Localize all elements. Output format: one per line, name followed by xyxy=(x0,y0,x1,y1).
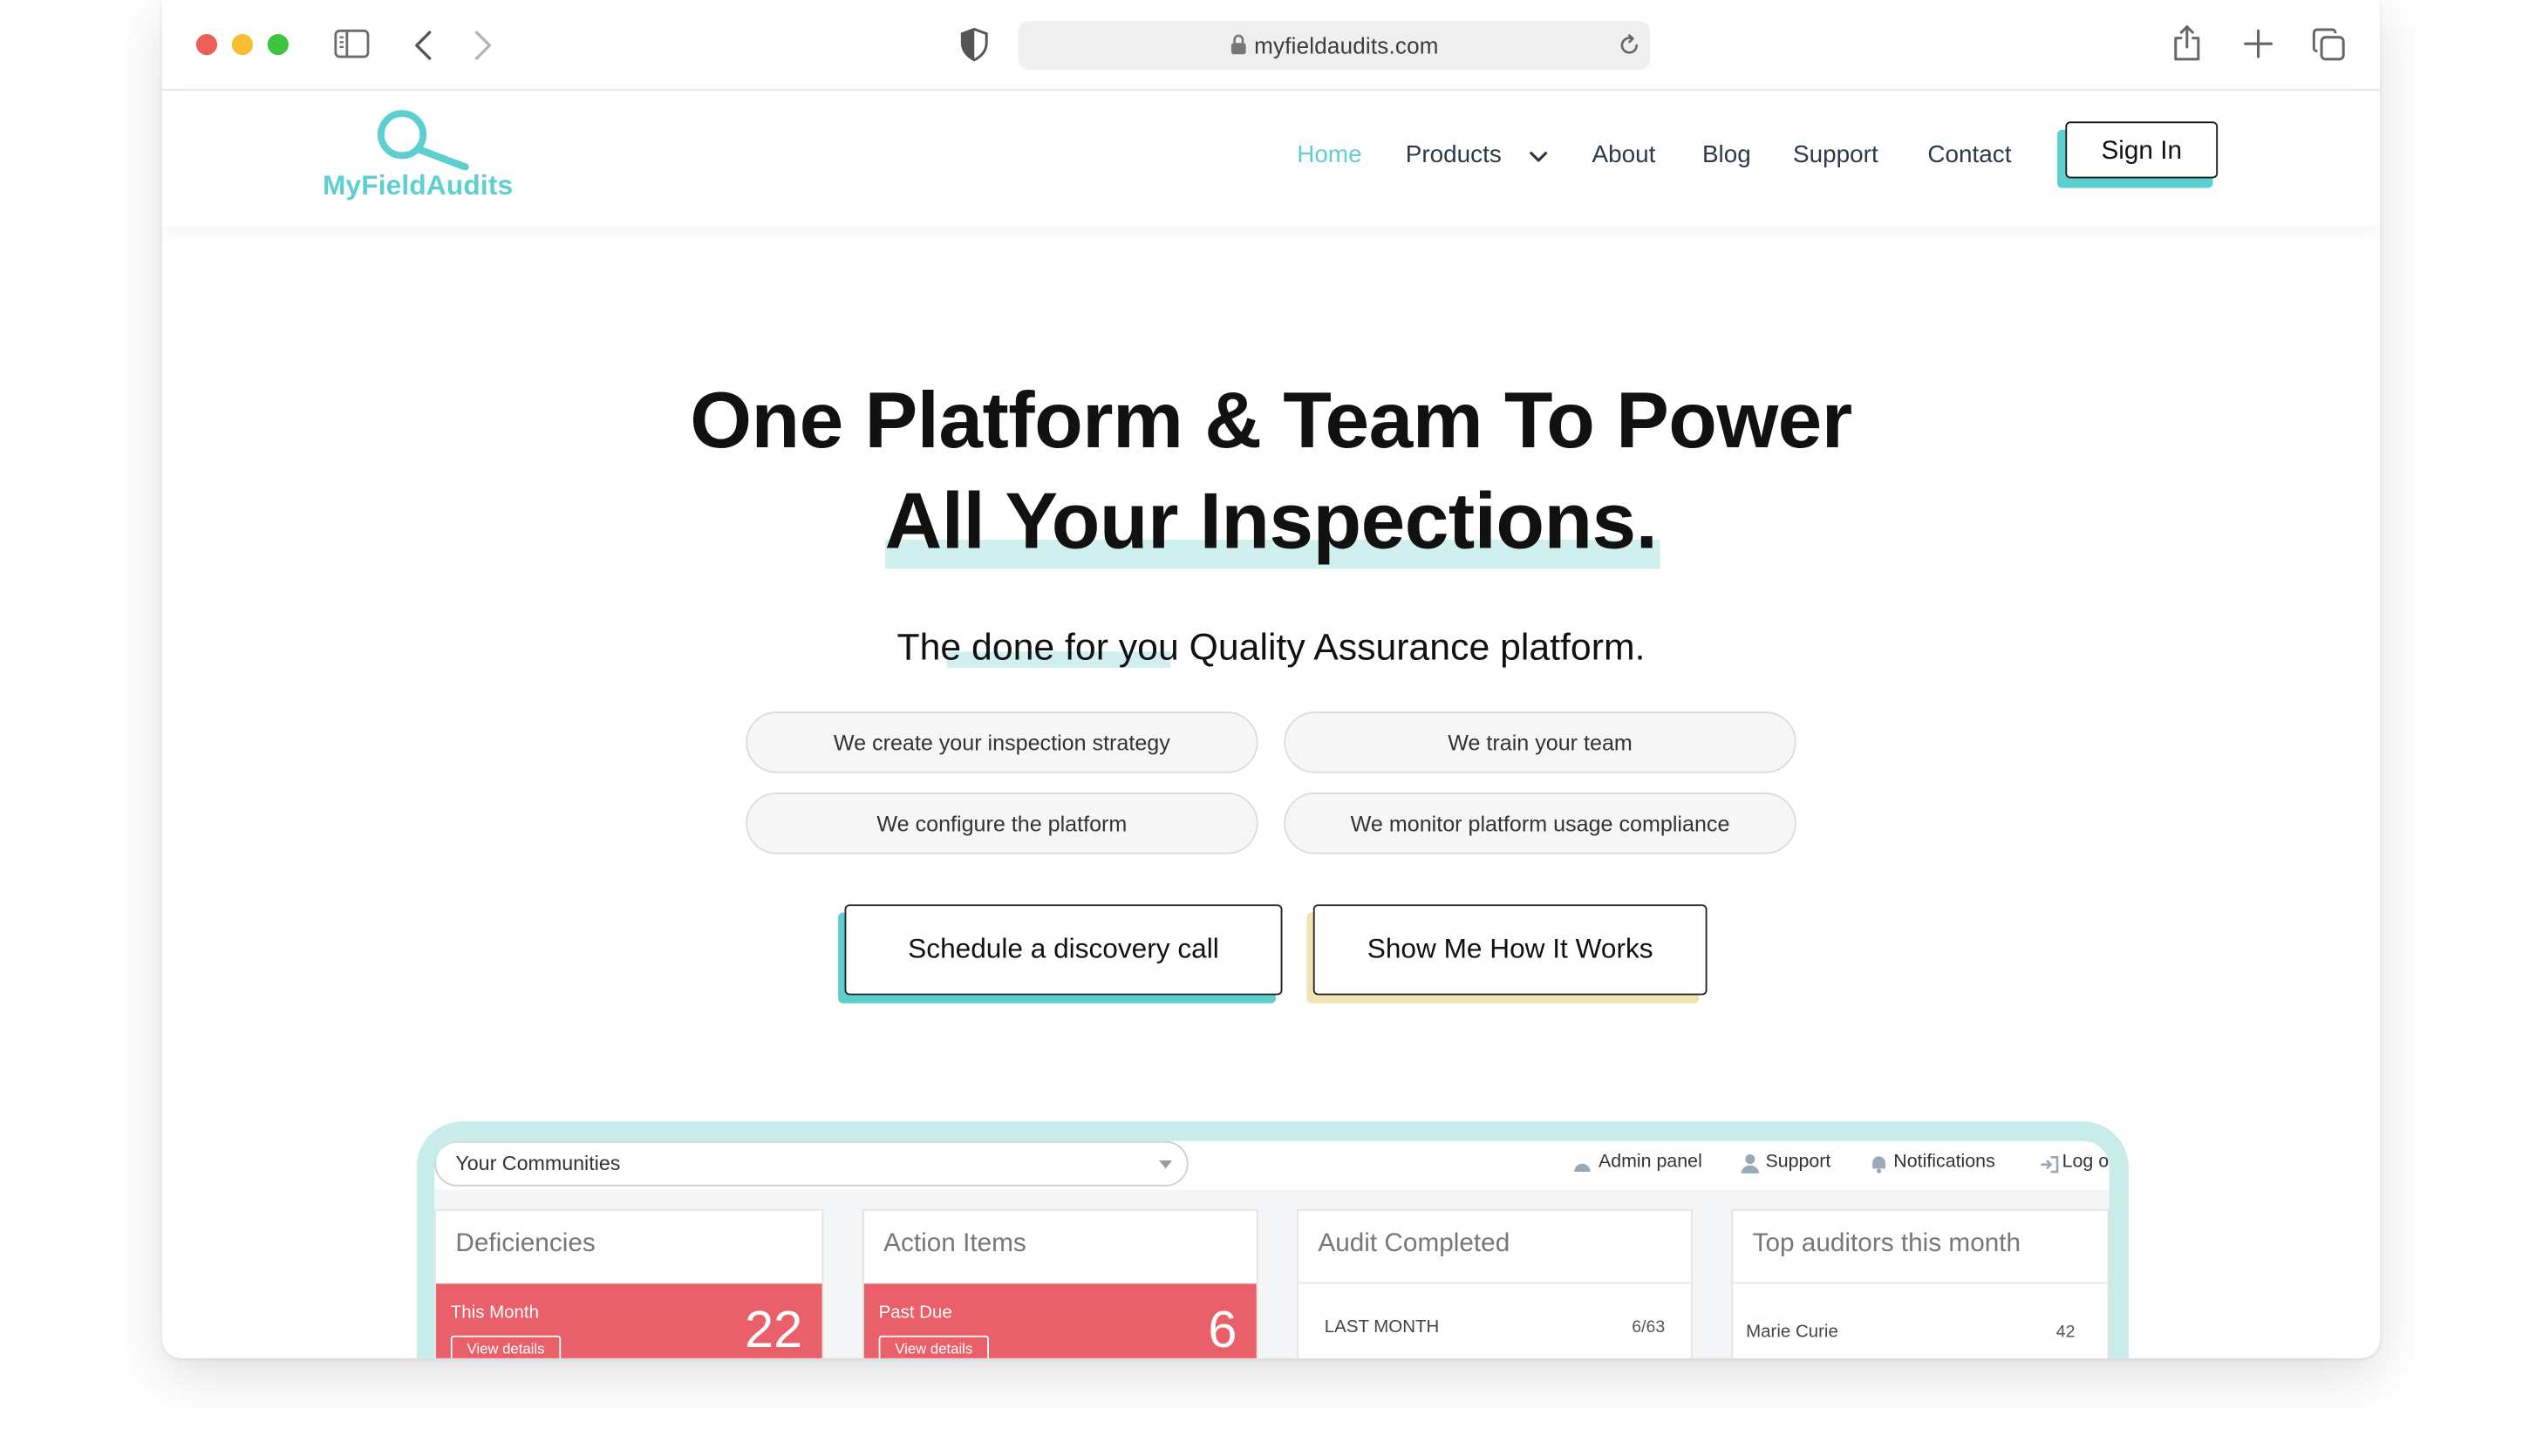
caret-down-icon xyxy=(1159,1160,1173,1169)
stat-value: 22 xyxy=(745,1299,803,1358)
hero-title-line1: One Platform & Team To Power xyxy=(690,378,1852,466)
card-divider xyxy=(1299,1282,1691,1284)
magnifier-logo-icon[interactable] xyxy=(374,105,472,171)
minimize-window-button[interactable] xyxy=(231,34,254,56)
nav-about[interactable]: About xyxy=(1592,141,1656,169)
auditor-score: 42 xyxy=(2055,1322,2076,1343)
stat-label: Past Due xyxy=(878,1303,952,1323)
view-details-button[interactable]: View details xyxy=(878,1335,989,1358)
card-title: Audit Completed xyxy=(1318,1229,1510,1258)
audit-row-label: LAST MONTH xyxy=(1324,1317,1440,1337)
feature-chip: We monitor platform usage compliance xyxy=(1284,793,1796,854)
stat-label: This Month xyxy=(450,1303,539,1323)
dashboard-screen: Your Communities Admin panel Support Not… xyxy=(434,1140,2110,1358)
sidebar-toggle-icon[interactable] xyxy=(334,29,370,58)
site-header: MyFieldAudits Home Products About Blog S… xyxy=(161,91,2381,228)
dashboard-preview: Your Communities Admin panel Support Not… xyxy=(416,1121,2129,1358)
admin-gauge-icon xyxy=(1574,1163,1591,1173)
communities-select-value: Your Communities xyxy=(455,1152,621,1175)
subtitle-pre: The xyxy=(896,625,972,668)
hero-title-line2: All Your Inspections. xyxy=(884,478,1658,566)
top-auditors-card: Top auditors this month Marie Curie 42 xyxy=(1731,1208,2110,1358)
tab-overview-icon[interactable] xyxy=(2312,28,2346,62)
nav-products[interactable]: Products xyxy=(1406,141,1502,169)
lock-icon xyxy=(1230,34,1245,55)
action-items-card: Action Items Past Due 6 View details xyxy=(862,1208,1258,1358)
sign-in-button[interactable]: Sign In xyxy=(2065,121,2219,179)
user-icon xyxy=(1741,1153,1760,1174)
nav-home[interactable]: Home xyxy=(1297,141,1361,169)
communities-select[interactable]: Your Communities xyxy=(434,1140,1189,1187)
back-arrow-icon[interactable] xyxy=(413,29,433,61)
browser-window: myfieldaudits.com MyFieldAudits Home Pro… xyxy=(161,0,2381,1358)
action-items-stat: Past Due 6 View details xyxy=(863,1283,1257,1358)
auditor-name: Marie Curie xyxy=(1746,1322,1838,1343)
dashboard-topbar: Your Communities Admin panel Support Not… xyxy=(434,1140,2110,1190)
feature-chip: We train your team xyxy=(1284,711,1796,773)
card-title: Top auditors this month xyxy=(1752,1229,2021,1258)
logout-link[interactable]: Log o xyxy=(2062,1153,2110,1172)
notifications-link[interactable]: Notifications xyxy=(1893,1153,1994,1172)
schedule-call-button[interactable]: Schedule a discovery call xyxy=(844,904,1283,996)
feature-chip: We configure the platform xyxy=(746,793,1258,854)
browser-toolbar: myfieldaudits.com xyxy=(161,0,2381,92)
view-details-button[interactable]: View details xyxy=(450,1335,562,1358)
hero-subtitle: The done for you Quality Assurance platf… xyxy=(162,626,2380,670)
card-title: Deficiencies xyxy=(455,1229,596,1258)
feature-chip: We create your inspection strategy xyxy=(746,711,1258,773)
nav-contact[interactable]: Contact xyxy=(1927,141,2011,169)
deficiencies-card: Deficiencies This Month 22 View details xyxy=(434,1208,824,1358)
card-title: Action Items xyxy=(883,1229,1026,1258)
admin-panel-link[interactable]: Admin panel xyxy=(1599,1153,1702,1172)
audit-completed-card: Audit Completed LAST MONTH 6/63 xyxy=(1297,1208,1693,1358)
close-window-button[interactable] xyxy=(195,34,218,56)
logo-text[interactable]: MyFieldAudits xyxy=(323,170,513,202)
dashboard-support-link[interactable]: Support xyxy=(1765,1153,1830,1172)
subtitle-post: Quality Assurance platform. xyxy=(1178,625,1646,668)
bell-icon xyxy=(1872,1156,1886,1174)
address-bar[interactable]: myfieldaudits.com xyxy=(1018,21,1651,70)
chevron-down-icon[interactable] xyxy=(1529,151,1548,164)
audit-row-value: 6/63 xyxy=(1632,1317,1666,1337)
forward-arrow-icon[interactable] xyxy=(474,29,493,61)
maximize-window-button[interactable] xyxy=(267,34,289,56)
privacy-shield-icon[interactable] xyxy=(960,27,989,62)
card-divider xyxy=(1733,1282,2108,1284)
share-icon[interactable] xyxy=(2172,24,2201,62)
nav-blog[interactable]: Blog xyxy=(1702,141,1751,169)
subtitle-highlight-text: done for you xyxy=(971,625,1179,668)
deficiencies-stat: This Month 22 View details xyxy=(436,1283,822,1358)
new-tab-plus-icon[interactable] xyxy=(2244,29,2273,58)
stat-value: 6 xyxy=(1208,1299,1237,1358)
url-text: myfieldaudits.com xyxy=(1018,32,1650,58)
reload-icon[interactable] xyxy=(1618,34,1640,57)
logout-icon xyxy=(2041,1156,2059,1174)
nav-support[interactable]: Support xyxy=(1793,141,1878,169)
how-it-works-button[interactable]: Show Me How It Works xyxy=(1312,904,1708,996)
